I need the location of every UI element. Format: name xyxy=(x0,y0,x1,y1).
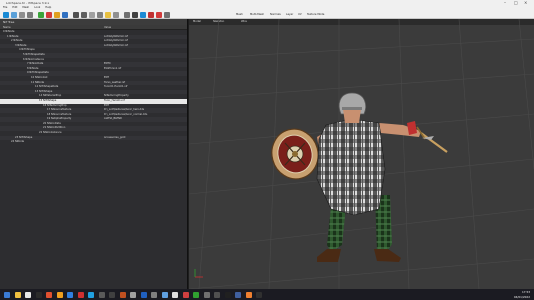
taskbar-app-icon[interactable] xyxy=(109,291,115,298)
save-icon[interactable] xyxy=(11,11,17,18)
tree-view: 0 NiNode 1 NiNode LotrAlly0Warrior.nif 2 Ni… xyxy=(0,30,187,145)
tree-row-name: 24 NiNode xyxy=(11,140,25,144)
app-window: LotrSpace.tri - IMSpace 3.9.x – □ × File… xyxy=(0,0,534,300)
toolbar-label-multi-mesh[interactable]: Multi-Mesh xyxy=(250,10,264,19)
scene-canvas[interactable] xyxy=(189,19,534,289)
taskbar-app-icon[interactable] xyxy=(245,291,252,298)
record-icon[interactable] xyxy=(148,11,154,18)
eye-icon[interactable] xyxy=(89,11,95,18)
tree-icon[interactable] xyxy=(38,11,44,18)
taskbar-app-icon[interactable] xyxy=(172,291,178,298)
clock-date: 04/01/2022 xyxy=(513,294,530,299)
select-icon[interactable] xyxy=(124,11,130,18)
wire-icon[interactable] xyxy=(81,11,87,18)
tree-row[interactable]: 24 NiNode xyxy=(0,140,187,145)
taskbar-app-icon[interactable] xyxy=(193,291,199,298)
sphere-icon[interactable] xyxy=(62,11,68,18)
render-viewport[interactable]: Model Skeleton Wire xyxy=(189,19,534,289)
taskbar-app-icon[interactable] xyxy=(98,291,105,298)
taskbar-app-icon[interactable] xyxy=(182,291,189,298)
bulb-icon[interactable] xyxy=(105,11,111,18)
stop-icon[interactable] xyxy=(156,11,162,18)
texture-icon[interactable] xyxy=(46,11,52,18)
start-icon[interactable] xyxy=(4,291,10,298)
toolbar-label-layer[interactable]: Layer xyxy=(286,10,293,19)
toolbar-label-normals[interactable]: Normals xyxy=(270,10,281,19)
move-icon[interactable] xyxy=(132,11,138,18)
grid-icon[interactable] xyxy=(73,11,79,18)
rotate-icon[interactable] xyxy=(140,11,146,18)
taskbar-app-icon[interactable] xyxy=(119,291,126,298)
settings-icon[interactable] xyxy=(164,11,170,18)
left-arm-with-sword xyxy=(379,121,448,153)
redo-icon[interactable] xyxy=(27,11,33,18)
axis-gizmo xyxy=(194,269,203,278)
taskbar-app-icon[interactable] xyxy=(46,291,52,298)
toolbar-label-mesh[interactable]: Mesh xyxy=(236,10,243,19)
open-icon[interactable] xyxy=(3,11,9,18)
taskbar-app-icon[interactable] xyxy=(203,291,210,298)
window-title: LotrSpace.tri - IMSpace 3.9.x xyxy=(6,1,50,5)
undo-icon[interactable] xyxy=(19,11,25,18)
nif-tree-panel: Nif Tree Name Value 0 NiNode 1 NiNode Lotr… xyxy=(0,19,188,289)
toolbar-label-texture-mode[interactable]: Texture Mode xyxy=(307,10,324,19)
taskbar-app-icon[interactable] xyxy=(67,291,73,298)
taskbar-app-icon[interactable] xyxy=(235,291,241,298)
taskbar-app-icon[interactable] xyxy=(151,291,157,298)
windows-taskbar: 17:53 04/01/2022 xyxy=(0,289,534,300)
taskbar-app-icon[interactable] xyxy=(130,291,136,298)
taskbar-app-icon[interactable] xyxy=(88,291,94,298)
toolbar-label-uv[interactable]: UV xyxy=(298,10,302,19)
system-clock[interactable]: 17:53 04/01/2022 xyxy=(514,290,530,299)
taskbar-app-icon[interactable] xyxy=(25,291,31,298)
camera-icon[interactable] xyxy=(97,11,103,18)
taskbar-app-icon[interactable] xyxy=(214,291,220,298)
search-icon[interactable] xyxy=(14,291,21,298)
tools-icon[interactable] xyxy=(113,11,119,18)
taskbar-app-icon[interactable] xyxy=(77,291,84,298)
taskbar-app-icon[interactable] xyxy=(224,291,231,298)
light-icon[interactable] xyxy=(54,11,60,18)
head-helmet xyxy=(338,92,367,123)
taskbar-app-icon[interactable] xyxy=(140,291,147,298)
torso-tunic xyxy=(316,118,386,216)
taskbar-app-icon[interactable] xyxy=(256,291,262,298)
main-toolbar: Mesh Multi-Mesh Normals Layer UV Texture Mode xyxy=(0,10,534,19)
taskbar-app-icon[interactable] xyxy=(161,291,168,298)
taskbar-app-icon[interactable] xyxy=(56,291,63,298)
taskbar-app-icon[interactable] xyxy=(35,291,42,298)
